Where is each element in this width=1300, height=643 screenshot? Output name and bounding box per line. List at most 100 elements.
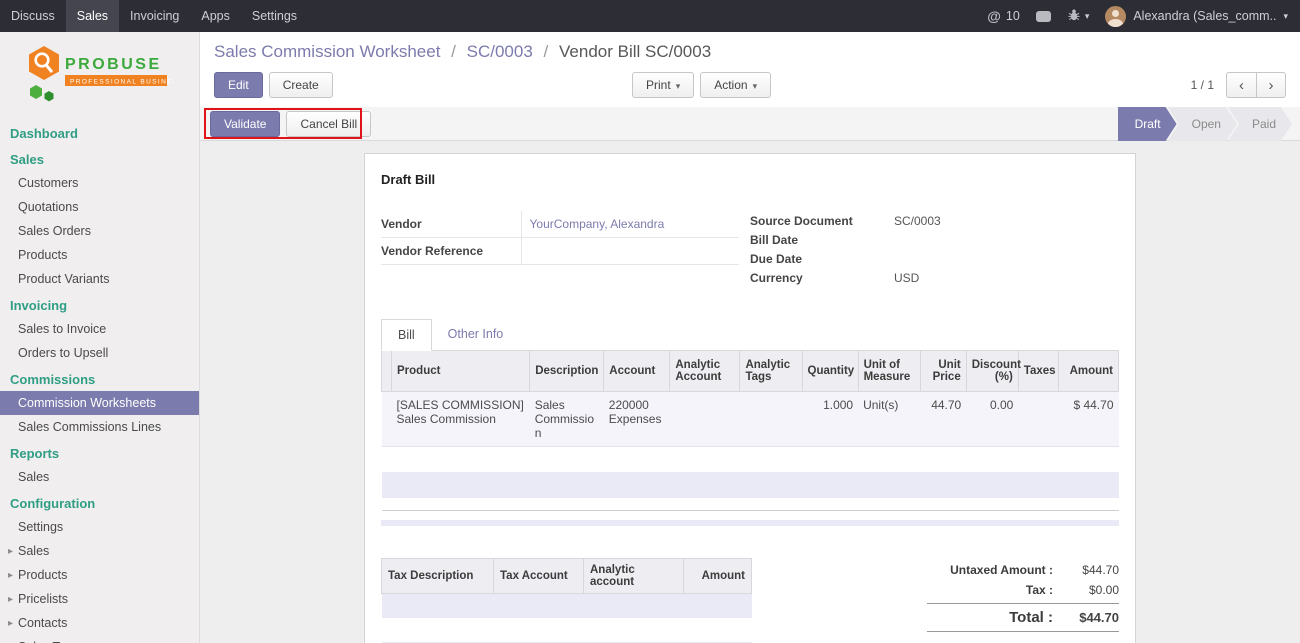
action-button-group: Print▾ Action▾: [632, 72, 777, 98]
breadcrumb-worksheet[interactable]: Sales Commission Worksheet: [214, 42, 440, 61]
sidebar-item-config-sales[interactable]: ▸Sales: [0, 539, 199, 563]
menu-apps[interactable]: Apps: [190, 0, 241, 32]
activity-menu[interactable]: @ 10: [987, 8, 1020, 24]
sidebar-section-commissions[interactable]: Commissions: [0, 365, 199, 391]
tax-header-row: Tax Description Tax Account Analytic acc…: [382, 559, 752, 594]
control-panel-buttons: Edit Create Print▾ Action▾ 1 / 1 ‹ ›: [214, 71, 1286, 99]
top-navbar: Discuss Sales Invoicing Apps Settings @ …: [0, 0, 1300, 32]
column-analytic-tags[interactable]: Analytic Tags: [740, 351, 802, 391]
column-taxes[interactable]: Taxes: [1018, 351, 1058, 391]
sidebar-item-config-contacts[interactable]: ▸Contacts: [0, 611, 199, 635]
user-menu[interactable]: Alexandra (Sales_comm.. ▾: [1105, 6, 1288, 27]
status-pipeline: Draft Open Paid: [1118, 107, 1292, 141]
invoice-line-row[interactable]: [SALES COMMISSION] Sales Commission Sale…: [382, 391, 1119, 446]
source-document-value: SC/0003: [894, 211, 1108, 230]
sidebar-item-sales-orders[interactable]: Sales Orders: [0, 219, 199, 243]
bill-date-value: [894, 230, 1108, 249]
print-label: Print: [646, 78, 671, 92]
sidebar-item-sales-commissions-lines[interactable]: Sales Commissions Lines: [0, 415, 199, 439]
sidebar-section-reports[interactable]: Reports: [0, 439, 199, 465]
cell-description: Sales Commission: [530, 391, 604, 446]
column-description[interactable]: Description: [530, 351, 604, 391]
sidebar-item-label: Quotations: [18, 200, 78, 214]
sidebar-item-sales-to-invoice[interactable]: Sales to Invoice: [0, 317, 199, 341]
cell-amount: $ 44.70: [1058, 391, 1118, 446]
create-button[interactable]: Create: [269, 72, 333, 98]
sidebar-item-config-settings[interactable]: Settings: [0, 515, 199, 539]
due-date-value: [894, 249, 1108, 268]
untaxed-amount-row: Untaxed Amount : $44.70: [927, 560, 1119, 580]
vendor-link[interactable]: YourCompany, Alexandra: [530, 217, 665, 231]
sidebar-section-configuration[interactable]: Configuration: [0, 489, 199, 515]
sidebar-item-label: Sales: [18, 544, 49, 558]
totals-block: Untaxed Amount : $44.70 Tax : $0.00 Tota…: [927, 560, 1119, 643]
form-view: Draft Bill Vendor YourCompany, Alexandra…: [200, 141, 1300, 643]
sidebar-item-reports-sales[interactable]: Sales: [0, 465, 199, 489]
sidebar-item-product-variants[interactable]: Product Variants: [0, 267, 199, 291]
sidebar-item-commission-worksheets[interactable]: Commission Worksheets: [0, 391, 199, 415]
cell-handle: [382, 391, 392, 446]
menu-discuss[interactable]: Discuss: [0, 0, 66, 32]
sidebar-section-sales[interactable]: Sales: [0, 145, 199, 171]
caret-right-icon: ▸: [8, 618, 18, 629]
tax-label: Tax :: [1026, 583, 1053, 597]
sidebar-section-dashboard[interactable]: Dashboard: [0, 119, 199, 145]
messages-icon[interactable]: [1036, 11, 1051, 22]
column-amount[interactable]: Amount: [1058, 351, 1118, 391]
column-unit-of-measure[interactable]: Unit of Measure: [858, 351, 920, 391]
column-discount[interactable]: Discount (%): [966, 351, 1018, 391]
field-group-right: Source Document SC/0003 Bill Date Due Da…: [750, 211, 1119, 287]
state-draft: Draft: [1118, 107, 1177, 141]
menu-settings[interactable]: Settings: [241, 0, 308, 32]
menu-sales[interactable]: Sales: [66, 0, 119, 32]
total-label: Total :: [1009, 609, 1053, 626]
action-button[interactable]: Action▾: [700, 72, 771, 98]
logo-tagline-text: PROFESSIONAL BUSINESS: [70, 79, 174, 86]
empty-tax-row: [382, 594, 752, 618]
debug-menu[interactable]: ▾: [1067, 8, 1090, 25]
untaxed-amount-label: Untaxed Amount :: [950, 563, 1053, 577]
column-tax-account: Tax Account: [494, 559, 584, 594]
lines-header-row: Product Description Account Analytic Acc…: [382, 351, 1119, 391]
cancel-bill-button[interactable]: Cancel Bill: [286, 111, 371, 137]
sidebar-item-config-products[interactable]: ▸Products: [0, 563, 199, 587]
sidebar-item-customers[interactable]: Customers: [0, 171, 199, 195]
menu-invoicing[interactable]: Invoicing: [119, 0, 190, 32]
sidebar-item-label: Contacts: [18, 616, 67, 630]
breadcrumb-current: Vendor Bill SC/0003: [559, 42, 711, 61]
pager-previous-button[interactable]: ‹: [1226, 72, 1256, 98]
main-area: Sales Commission Worksheet / SC/0003 / V…: [200, 32, 1300, 643]
cell-analytic-tags: [740, 391, 802, 446]
column-account[interactable]: Account: [604, 351, 670, 391]
print-button[interactable]: Print▾: [632, 72, 694, 98]
user-name: Alexandra (Sales_comm..: [1133, 9, 1276, 23]
sidebar-item-label: Products: [18, 248, 67, 262]
sidebar-section-invoicing[interactable]: Invoicing: [0, 291, 199, 317]
sidebar-item-label: Customers: [18, 176, 78, 190]
sidebar-item-sales-teams[interactable]: Sales Teams: [0, 635, 199, 643]
validate-button[interactable]: Validate: [210, 111, 280, 137]
sidebar-item-products[interactable]: Products: [0, 243, 199, 267]
sidebar: PROBUSE PROFESSIONAL BUSINESS Dashboard …: [0, 32, 200, 643]
sidebar-item-label: Settings: [18, 520, 63, 534]
edit-button[interactable]: Edit: [214, 72, 263, 98]
cell-unit-price: 44.70: [920, 391, 966, 446]
sidebar-item-label: Orders to Upsell: [18, 346, 108, 360]
vendor-reference-value: [521, 238, 739, 265]
sidebar-item-quotations[interactable]: Quotations: [0, 195, 199, 219]
caret-right-icon: ▸: [8, 546, 18, 557]
sidebar-item-label: Sales Orders: [18, 224, 91, 238]
mention-icon: @: [987, 8, 1001, 24]
tab-other-info[interactable]: Other Info: [432, 319, 520, 350]
cell-product: [SALES COMMISSION] Sales Commission: [392, 391, 530, 446]
pager-next-button[interactable]: ›: [1256, 72, 1286, 98]
sidebar-item-orders-to-upsell[interactable]: Orders to Upsell: [0, 341, 199, 365]
column-product[interactable]: Product: [392, 351, 530, 391]
column-unit-price[interactable]: Unit Price: [920, 351, 966, 391]
tab-bill[interactable]: Bill: [381, 319, 432, 351]
column-quantity[interactable]: Quantity: [802, 351, 858, 391]
sidebar-item-label: Commission Worksheets: [18, 396, 156, 410]
breadcrumb-sc0003[interactable]: SC/0003: [467, 42, 533, 61]
column-analytic-account[interactable]: Analytic Account: [670, 351, 740, 391]
sidebar-item-config-pricelists[interactable]: ▸Pricelists: [0, 587, 199, 611]
